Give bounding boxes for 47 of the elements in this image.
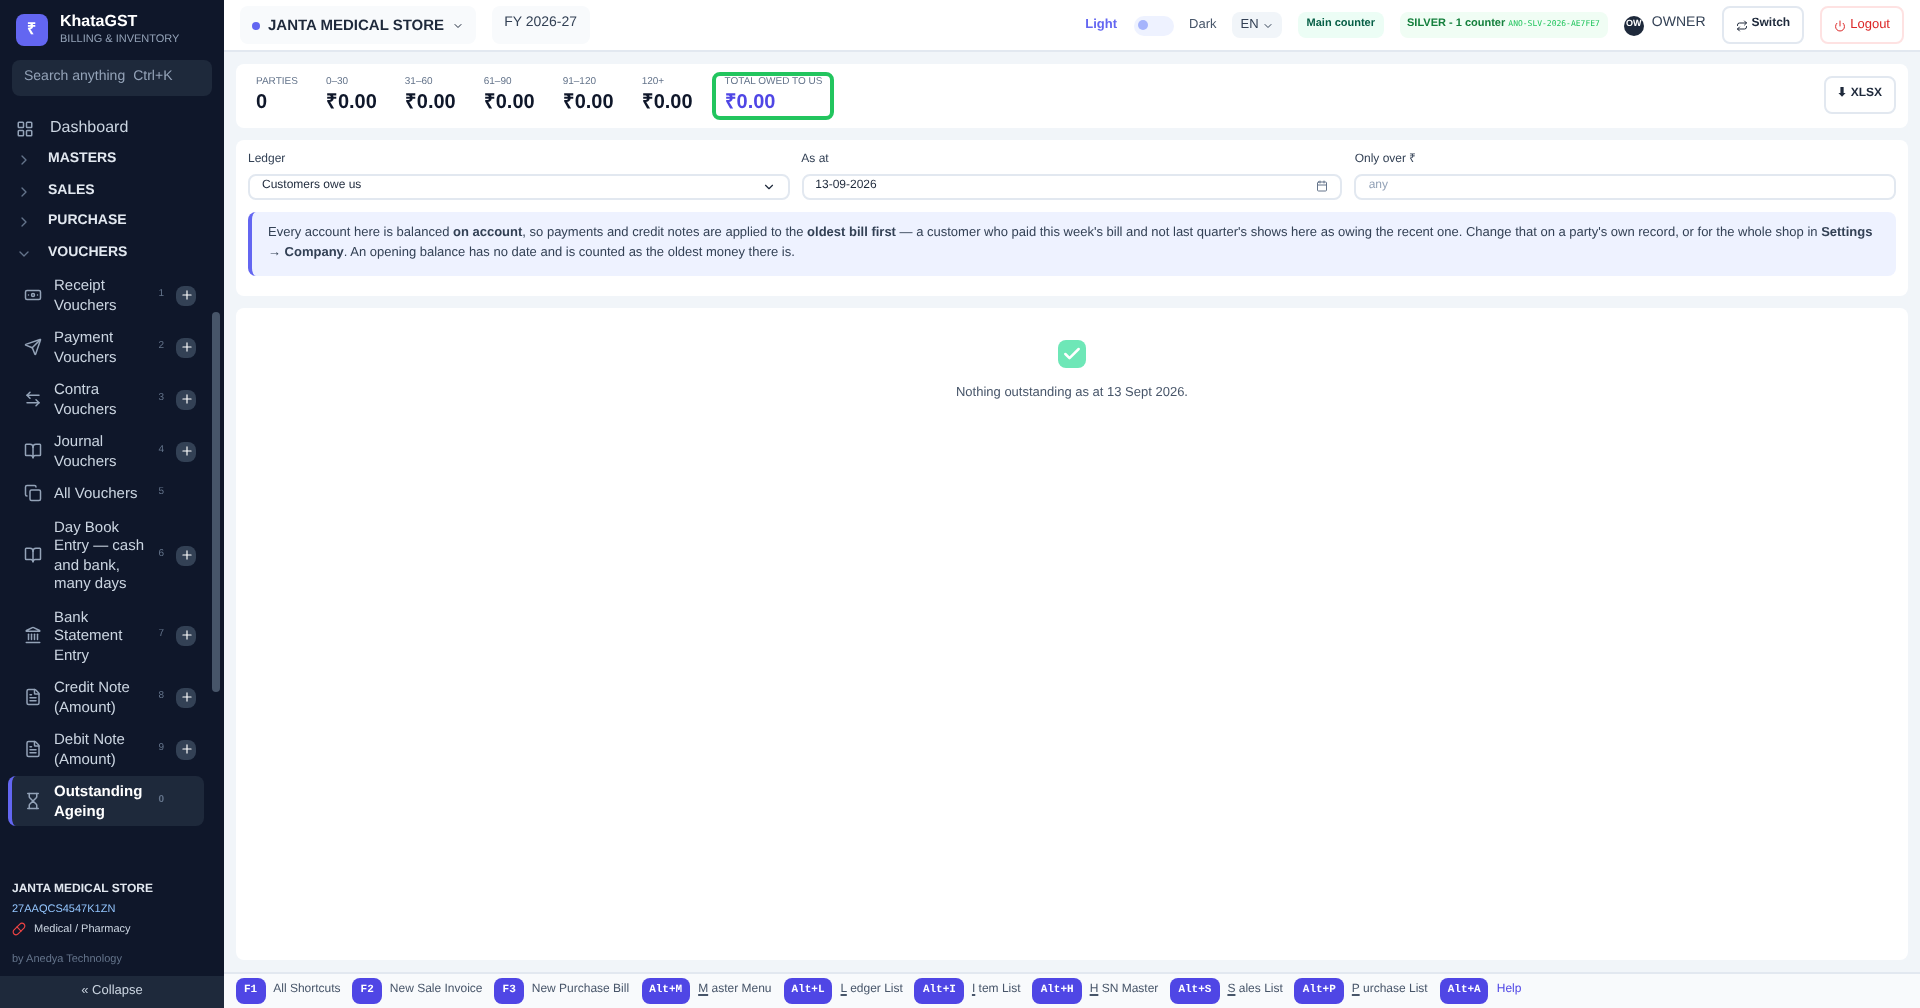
scrollbar[interactable] xyxy=(212,312,220,692)
chevron-icon xyxy=(761,179,776,193)
copy-icon xyxy=(24,484,42,503)
stat-value: ₹0.00 xyxy=(641,91,693,115)
plus-icon xyxy=(179,288,193,302)
book-icon xyxy=(24,546,42,564)
switch-icon xyxy=(1735,19,1748,31)
plus-icon xyxy=(179,392,193,406)
add-button[interactable] xyxy=(176,285,196,305)
pill-icon xyxy=(12,922,26,937)
theme-switch[interactable] xyxy=(1133,15,1174,35)
app-name: KhataGST xyxy=(60,12,140,32)
plus-icon xyxy=(179,628,193,643)
chevron-icon xyxy=(452,19,465,31)
check-icon xyxy=(1058,339,1086,367)
plus-icon xyxy=(179,340,193,354)
plus-icon xyxy=(179,444,193,458)
stat-value: ₹0.00 xyxy=(483,91,535,115)
sidebar-item[interactable]: Dashboard xyxy=(0,112,212,144)
add-button[interactable] xyxy=(176,687,196,707)
book-icon xyxy=(24,442,42,460)
stat-value: ₹0.00 xyxy=(404,91,456,115)
plus-icon xyxy=(179,742,193,756)
note-icon xyxy=(24,740,42,758)
send-icon xyxy=(24,338,42,356)
plus-icon xyxy=(179,690,193,704)
hourglass-icon xyxy=(24,792,42,810)
add-button[interactable] xyxy=(176,441,196,461)
add-button[interactable] xyxy=(176,625,196,646)
grid-icon xyxy=(16,119,34,137)
swap-icon xyxy=(24,390,42,408)
stat-value: ₹0.00 xyxy=(325,91,377,115)
bank-icon xyxy=(24,626,42,645)
add-button[interactable] xyxy=(176,739,196,759)
chevron-icon xyxy=(1262,19,1275,31)
stat-value: ₹0.00 xyxy=(562,91,614,115)
logo-icon: ₹ xyxy=(16,14,48,46)
stat-value: ₹0.00 xyxy=(724,91,778,115)
add-button[interactable] xyxy=(176,337,196,357)
plus-icon xyxy=(179,548,193,562)
stat-value: 0 xyxy=(256,91,270,115)
banknote-icon xyxy=(24,286,42,304)
power-icon xyxy=(1834,19,1847,31)
add-button[interactable] xyxy=(176,545,196,565)
add-button[interactable] xyxy=(176,389,196,409)
note-icon xyxy=(24,688,42,706)
calendar-icon xyxy=(1316,180,1329,192)
